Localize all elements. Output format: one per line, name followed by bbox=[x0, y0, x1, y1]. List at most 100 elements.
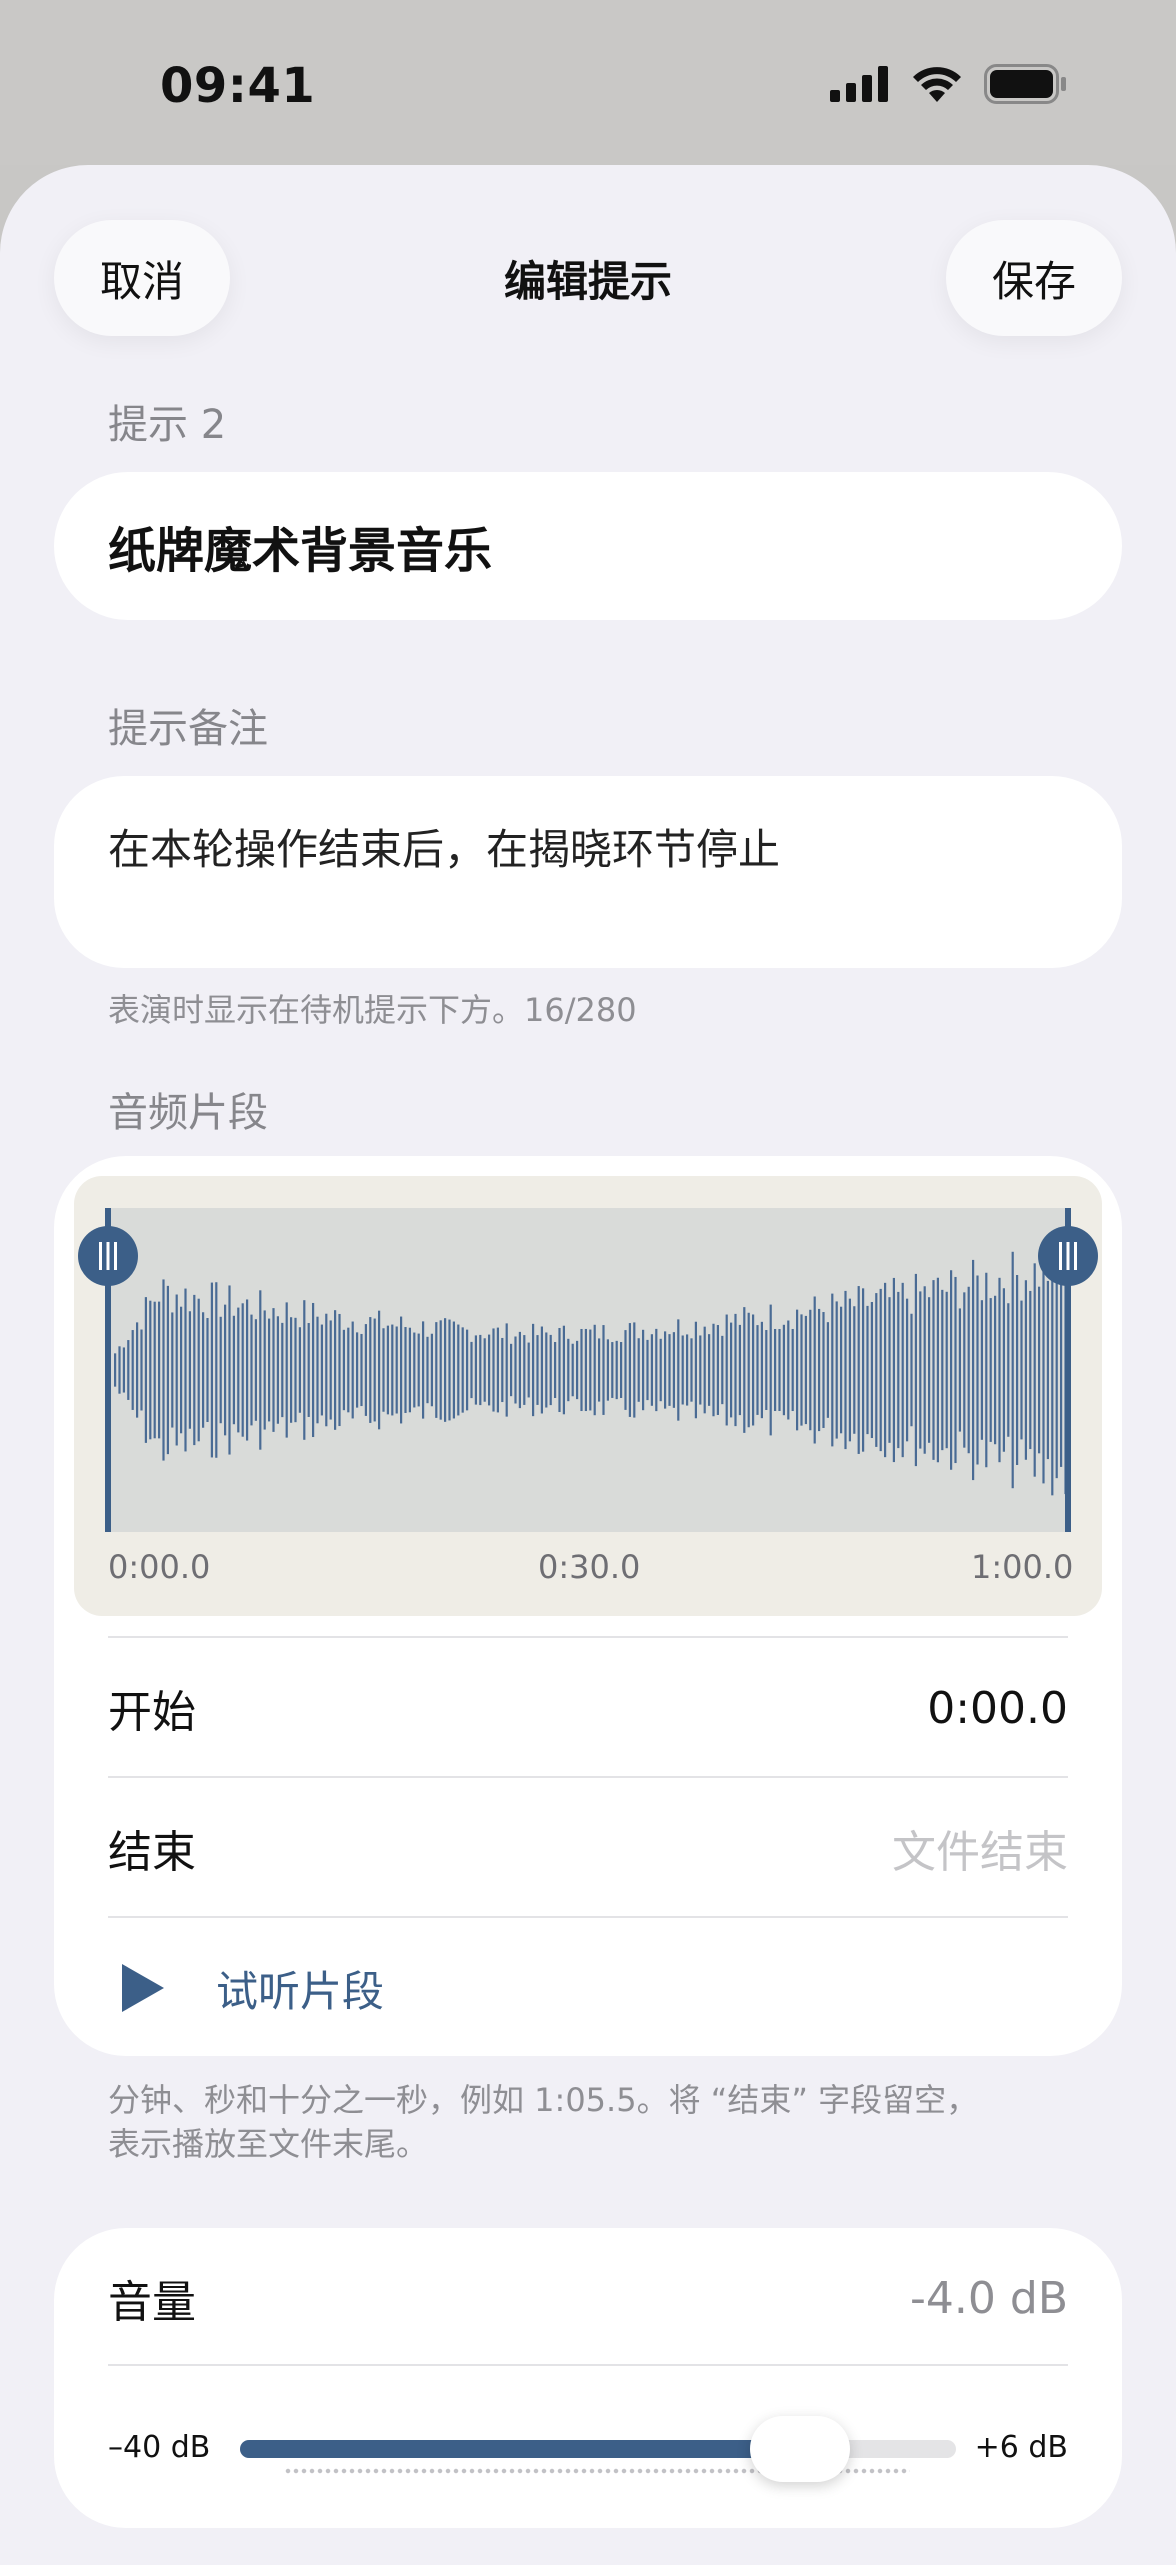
waveform-bar bbox=[760, 1321, 763, 1419]
waveform-bar bbox=[936, 1277, 939, 1463]
waveform-bar bbox=[778, 1329, 781, 1411]
waveform-bar bbox=[571, 1343, 574, 1397]
cue-name-field[interactable]: 纸牌魔术背景音乐 bbox=[54, 472, 1122, 620]
volume-slider-thumb[interactable] bbox=[750, 2416, 850, 2482]
waveform-bar bbox=[906, 1298, 909, 1442]
waveform-bar bbox=[870, 1301, 873, 1439]
waveform-bar bbox=[866, 1305, 869, 1435]
waveform-bar bbox=[408, 1327, 411, 1413]
waveform-bar bbox=[664, 1331, 667, 1409]
waveform-bar bbox=[338, 1313, 341, 1427]
waveform-bar bbox=[888, 1297, 891, 1443]
waveform-bar bbox=[448, 1319, 451, 1421]
waveform-bar bbox=[241, 1303, 244, 1437]
waveform-bar bbox=[782, 1324, 785, 1416]
waveform-bar bbox=[928, 1297, 931, 1443]
waveform-bar bbox=[149, 1300, 152, 1440]
end-time-row[interactable]: 结束 文件结束 bbox=[108, 1778, 1068, 1918]
preview-clip-button[interactable]: 试听片段 bbox=[108, 1918, 1068, 2058]
waveform-bar bbox=[558, 1327, 561, 1413]
cue-note-field[interactable]: 在本轮操作结束后，在揭晓环节停止 bbox=[54, 776, 1122, 968]
start-time-value[interactable]: 0:00.0 bbox=[927, 1683, 1068, 1734]
waveform-bar bbox=[285, 1302, 288, 1438]
waveform-bar bbox=[461, 1327, 464, 1413]
waveform-bar bbox=[826, 1322, 829, 1418]
waveform-bar bbox=[954, 1276, 957, 1464]
waveform-bar bbox=[804, 1315, 807, 1425]
waveform-bar bbox=[862, 1288, 865, 1452]
waveform-bar bbox=[716, 1325, 719, 1415]
waveform-bar bbox=[391, 1324, 394, 1416]
waveform-bar bbox=[897, 1291, 900, 1449]
waveform-bar bbox=[193, 1294, 196, 1446]
status-time: 09:41 bbox=[160, 58, 316, 114]
waveform-bar bbox=[998, 1277, 1001, 1463]
start-time-row[interactable]: 开始 0:00.0 bbox=[108, 1638, 1068, 1778]
waveform-bar bbox=[180, 1306, 183, 1434]
trim-start-handle[interactable] bbox=[76, 1208, 140, 1532]
waveform-bar bbox=[369, 1317, 372, 1423]
waveform-bar bbox=[294, 1317, 297, 1423]
waveform-bar bbox=[628, 1323, 631, 1417]
waveform-bar bbox=[963, 1292, 966, 1448]
waveform-bar bbox=[642, 1329, 645, 1411]
waveform-bar bbox=[787, 1320, 790, 1420]
waveform-bar bbox=[602, 1325, 605, 1415]
waveform-bar bbox=[158, 1301, 161, 1439]
waveform-bar bbox=[831, 1293, 834, 1447]
waveform-bar bbox=[228, 1285, 231, 1455]
waveform-bar bbox=[466, 1329, 469, 1411]
waveform-bar bbox=[457, 1324, 460, 1416]
waveform-bar bbox=[219, 1316, 222, 1424]
waveform-bar bbox=[1007, 1303, 1010, 1437]
waveform-bars bbox=[114, 1244, 1067, 1496]
cue-number-label: 提示 2 bbox=[108, 402, 227, 448]
waveform-bar bbox=[518, 1331, 521, 1409]
waveform-bar bbox=[734, 1313, 737, 1427]
waveform-bar bbox=[650, 1334, 653, 1406]
waveform-bar bbox=[945, 1291, 948, 1449]
waveform-bar bbox=[351, 1321, 354, 1419]
volume-row: 音量 -4.0 dB bbox=[108, 2228, 1068, 2368]
waveform-bar bbox=[848, 1298, 851, 1442]
waveform-bar bbox=[985, 1272, 988, 1468]
divider bbox=[108, 2364, 1068, 2366]
waveform-bar bbox=[699, 1335, 702, 1405]
waveform-bar bbox=[769, 1304, 772, 1436]
waveform-bar bbox=[800, 1314, 803, 1426]
waveform-bar bbox=[496, 1327, 499, 1413]
end-time-placeholder[interactable]: 文件结束 bbox=[892, 1816, 1068, 1880]
waveform-bar bbox=[620, 1342, 623, 1398]
wifi-icon bbox=[913, 67, 961, 102]
waveform-bar bbox=[281, 1322, 284, 1418]
save-button[interactable]: 保存 bbox=[946, 220, 1122, 336]
waveform-bar bbox=[417, 1333, 420, 1407]
waveform-bar bbox=[646, 1339, 649, 1401]
waveform-bar bbox=[237, 1307, 240, 1433]
waveform-bar bbox=[329, 1320, 332, 1420]
volume-label: 音量 bbox=[108, 2277, 196, 2328]
trim-end-handle[interactable] bbox=[1036, 1208, 1100, 1532]
waveform-bar bbox=[171, 1312, 174, 1428]
waveform-bar bbox=[840, 1306, 843, 1434]
waveform-bar bbox=[290, 1317, 293, 1423]
waveform-bar bbox=[1029, 1290, 1032, 1450]
waveform-bar bbox=[765, 1330, 768, 1410]
waveform[interactable] bbox=[108, 1208, 1068, 1532]
waveform-bar bbox=[923, 1286, 926, 1454]
waveform-bar bbox=[140, 1329, 143, 1411]
waveform-bar bbox=[994, 1295, 997, 1445]
waveform-bar bbox=[188, 1311, 191, 1429]
waveform-bar bbox=[1024, 1280, 1027, 1460]
waveform-bar bbox=[554, 1341, 557, 1399]
waveform-bar bbox=[364, 1324, 367, 1416]
waveform-bar bbox=[356, 1332, 359, 1408]
waveform-bar bbox=[505, 1323, 508, 1417]
waveform-bar bbox=[752, 1314, 755, 1426]
timeline-tick-end: 1:00.0 bbox=[971, 1548, 1074, 1586]
waveform-bar bbox=[435, 1322, 438, 1418]
waveform-bar bbox=[633, 1322, 636, 1418]
waveform-bar bbox=[532, 1323, 535, 1417]
waveform-bar bbox=[774, 1328, 777, 1412]
waveform-bar bbox=[976, 1275, 979, 1465]
